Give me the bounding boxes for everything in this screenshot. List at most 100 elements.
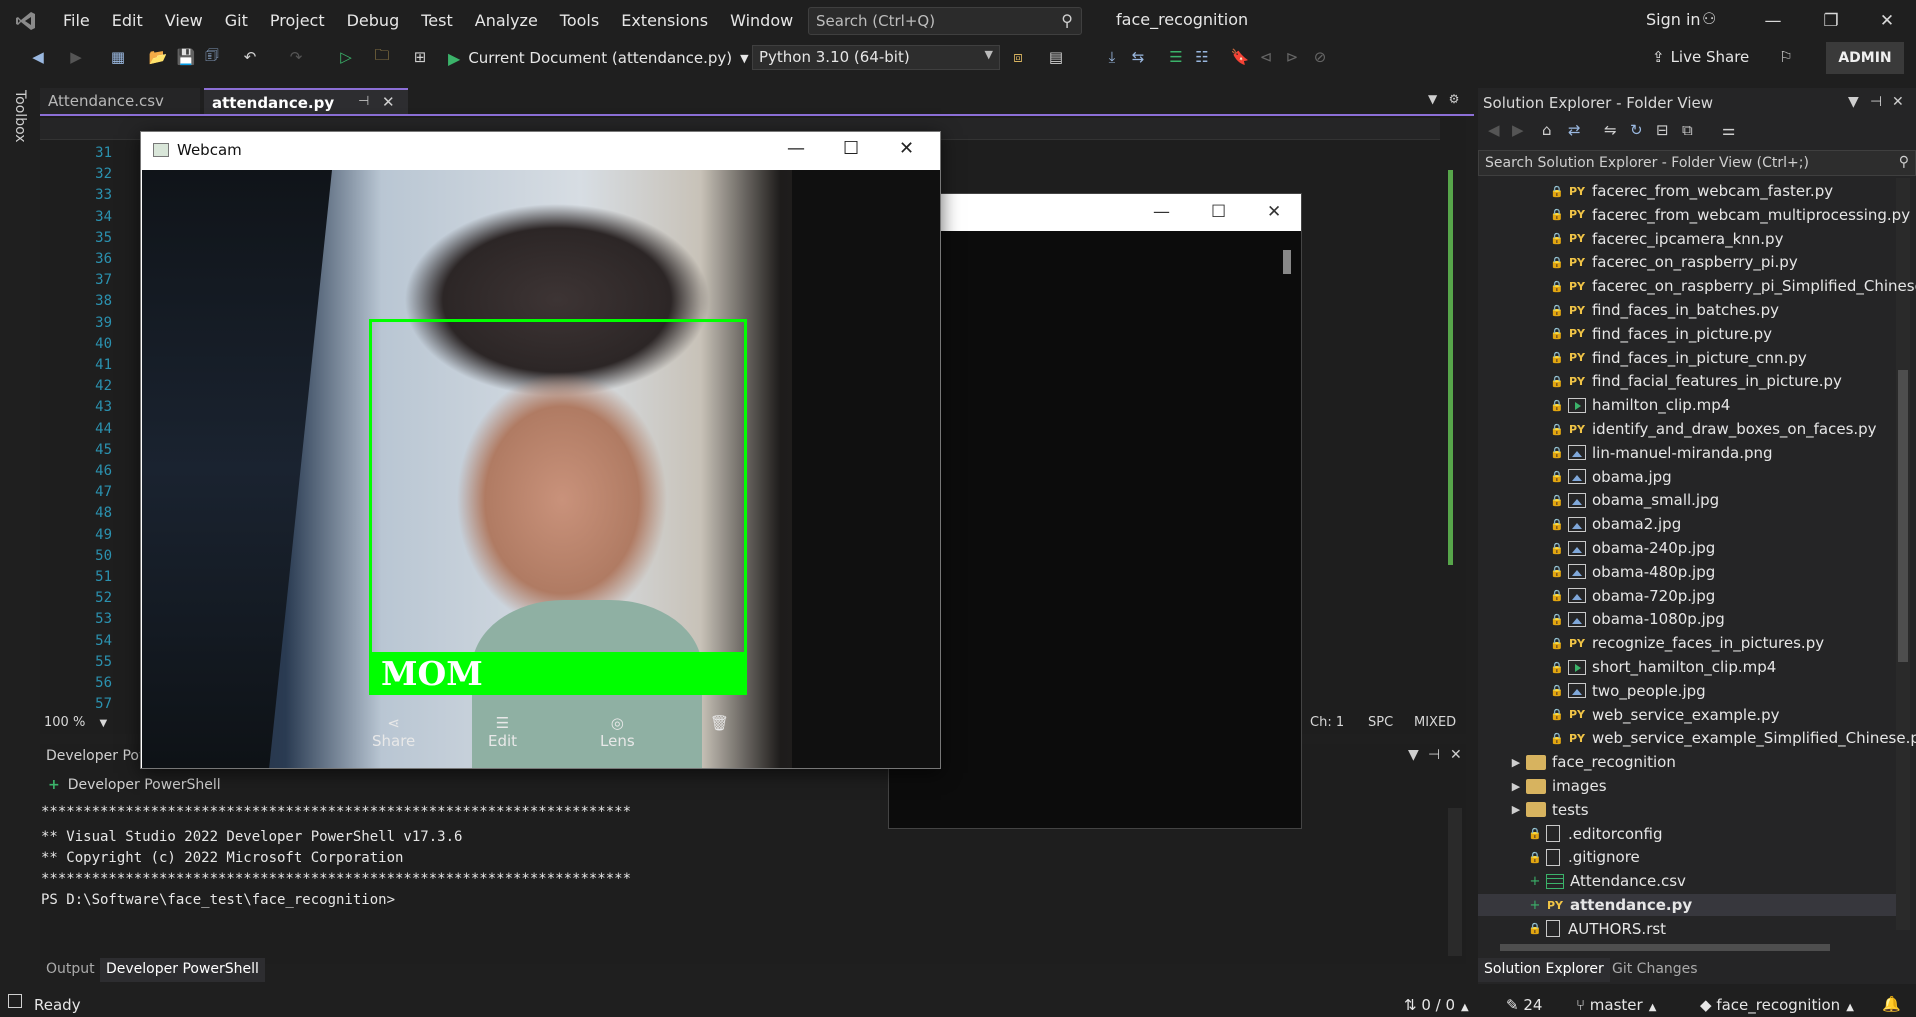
start-without-debugging-icon[interactable]: ▷ <box>336 47 356 67</box>
maximize-icon[interactable]: ☐ <box>843 138 859 159</box>
account-add-icon[interactable]: ⚇ <box>1702 9 1716 28</box>
collapse-all-icon[interactable]: ⊟ <box>1656 121 1669 139</box>
tree-item-file[interactable]: + PY attendance.py <box>1478 894 1896 916</box>
panel-menu-icon[interactable]: ▼ <box>1848 94 1859 110</box>
clear-bookmarks-icon[interactable]: ⊘ <box>1310 47 1330 67</box>
admin-badge[interactable]: ADMIN <box>1826 42 1904 74</box>
python-environment-select[interactable]: Python 3.10 (64-bit) ▼ <box>752 45 1000 70</box>
tree-item-folder[interactable]: ▶ tests <box>1508 799 1589 821</box>
tree-item-folder[interactable]: ▶ face_recognition <box>1508 751 1676 773</box>
tree-item-file[interactable]: 🔒 PY facerec_on_raspberry_pi.py <box>1550 251 1798 273</box>
menu-extensions[interactable]: Extensions <box>610 0 719 42</box>
tree-item-file[interactable]: 🔒 PY find_faces_in_picture.py <box>1550 323 1772 345</box>
toolbox-tab[interactable]: Toolbox <box>12 90 28 143</box>
live-share-button[interactable]: ⇪ Live Share <box>1652 48 1749 66</box>
tab-output[interactable]: Output <box>40 958 101 982</box>
run-target-button[interactable]: ▶ Current Document (attendance.py) ▼ <box>448 46 749 70</box>
tab-attendance-py[interactable]: attendance.py ⊣ ✕ <box>204 88 408 114</box>
tree-item-file[interactable]: 🔒 lin-manuel-miranda.png <box>1550 442 1772 464</box>
output-window-icon[interactable] <box>8 994 22 1008</box>
home-icon[interactable]: ⌂ <box>1542 121 1552 139</box>
tree-item-file[interactable]: 🔒 obama-480p.jpg <box>1550 561 1715 583</box>
tree-item-file[interactable]: 🔒 obama2.jpg <box>1550 513 1681 535</box>
source-control-changes[interactable]: ⇅ 0 / 0 ▲ <box>1404 996 1469 1014</box>
menu-file[interactable]: File <box>52 0 101 42</box>
show-all-files-icon[interactable]: ⧉ <box>1682 121 1693 139</box>
feedback-icon[interactable]: ⚐ <box>1776 47 1796 67</box>
panel-scrollbar[interactable] <box>1448 808 1462 956</box>
menu-debug[interactable]: Debug <box>336 0 411 42</box>
open-file-icon[interactable]: 📂 <box>148 47 168 67</box>
new-terminal-button[interactable]: + Developer PowerShell <box>48 777 221 793</box>
console-titlebar[interactable]: — ☐ ✕ <box>889 194 1301 231</box>
repository-selector[interactable]: ◆ face_recognition ▲ <box>1700 996 1854 1014</box>
tree-item-file[interactable]: 🔒 AUTHORS.rst <box>1528 918 1666 940</box>
prev-bookmark-icon[interactable]: ⊲ <box>1256 47 1276 67</box>
console-scrollbar-thumb[interactable] <box>1283 250 1291 274</box>
properties-icon[interactable]: ⚌ <box>1722 121 1735 139</box>
pending-changes[interactable]: ✎ 24 <box>1506 996 1542 1014</box>
tree-item-file[interactable]: 🔒 PY web_service_example.py <box>1550 704 1779 726</box>
zoom-level[interactable]: 100 % ▼ <box>44 715 107 730</box>
menu-tools[interactable]: Tools <box>549 0 610 42</box>
sign-in-link[interactable]: Sign in <box>1646 10 1701 29</box>
tree-item-file[interactable]: 🔒 PY find_faces_in_picture_cnn.py <box>1550 347 1807 369</box>
tree-item-file[interactable]: 🔒 obama.jpg <box>1550 466 1672 488</box>
maximize-icon[interactable]: ☐ <box>1211 202 1226 222</box>
close-panel-icon[interactable]: ✕ <box>1450 747 1462 763</box>
redo-icon[interactable]: ↷ <box>286 47 306 67</box>
pin-icon[interactable]: ⊣ <box>1428 747 1440 763</box>
restore-icon[interactable]: ❐ <box>1802 0 1860 42</box>
webcam-titlebar[interactable]: Webcam — ☐ ✕ <box>141 132 940 170</box>
close-icon[interactable]: ✕ <box>1858 0 1916 42</box>
column-indicator[interactable]: Ch: 1 <box>1310 715 1344 730</box>
pending-changes-filter-icon[interactable]: ⇋ <box>1604 121 1617 139</box>
package-icon[interactable]: ⧈ <box>1008 47 1028 67</box>
pin-icon[interactable]: ⊣ <box>358 94 369 109</box>
tree-item-folder[interactable]: ▶ images <box>1508 775 1607 797</box>
comment-icon[interactable]: ☰ <box>1166 47 1186 67</box>
close-icon[interactable]: ✕ <box>1267 202 1281 222</box>
minimize-icon[interactable]: — <box>1744 0 1802 42</box>
back-icon[interactable]: ◀ <box>28 47 48 67</box>
close-icon[interactable]: ✕ <box>899 138 914 159</box>
close-tab-icon[interactable]: ✕ <box>382 93 395 111</box>
menu-git[interactable]: Git <box>214 0 259 42</box>
whitespace-indicator[interactable]: SPC <box>1368 715 1393 730</box>
tree-item-file[interactable]: 🔒 PY find_facial_features_in_picture.py <box>1550 370 1842 392</box>
forward-icon[interactable]: ▶ <box>66 47 86 67</box>
tree-item-file[interactable]: 🔒 PY facerec_ipcamera_knn.py <box>1550 228 1783 250</box>
tree-item-file[interactable]: 🔒 obama-240p.jpg <box>1550 537 1715 559</box>
close-panel-icon[interactable]: ✕ <box>1892 94 1904 110</box>
switch-views-icon[interactable]: ⇄ <box>1568 121 1581 139</box>
branch-selector[interactable]: ⑂ master ▲ <box>1576 996 1656 1014</box>
tree-item-file[interactable]: 🔒 PY facerec_from_webcam_faster.py <box>1550 180 1833 202</box>
tab-solution-explorer[interactable]: Solution Explorer <box>1478 958 1610 982</box>
minimize-icon[interactable]: — <box>787 138 805 159</box>
pin-icon[interactable]: ⊣ <box>1870 94 1882 110</box>
minimize-icon[interactable]: — <box>1153 202 1170 222</box>
menu-analyze[interactable]: Analyze <box>464 0 549 42</box>
tree-item-file[interactable]: 🔒 PY facerec_on_raspberry_pi_Simplified_Ch… <box>1550 275 1916 297</box>
tree-item-file[interactable]: 🔒 PY find_faces_in_batches.py <box>1550 299 1779 321</box>
tab-git-changes[interactable]: Git Changes <box>1606 958 1704 982</box>
save-all-icon[interactable]: 🗊 <box>202 46 222 67</box>
terminal-prompt[interactable]: PS D:\Software\face_test\face_recognitio… <box>41 892 841 908</box>
menu-test[interactable]: Test <box>410 0 464 42</box>
solution-scrollbar-thumb[interactable] <box>1898 370 1908 662</box>
refresh-icon[interactable]: ↻ <box>1630 121 1643 139</box>
layout-icon[interactable]: ▤ <box>1046 47 1066 67</box>
tree-item-file[interactable]: + Attendance.csv <box>1528 870 1686 892</box>
tree-item-file[interactable]: 🔒 PY web_service_example_Simplified_Chines… <box>1550 727 1916 749</box>
tree-item-file[interactable]: 🔒 two_people.jpg <box>1550 680 1706 702</box>
search-input[interactable]: Search (Ctrl+Q) ⚲ <box>808 7 1082 35</box>
solution-horizontal-thumb[interactable] <box>1500 944 1830 951</box>
forward-icon[interactable]: ▶ <box>1512 121 1524 139</box>
menu-project[interactable]: Project <box>259 0 336 42</box>
menu-edit[interactable]: Edit <box>101 0 154 42</box>
line-ending-indicator[interactable]: MIXED <box>1414 715 1456 730</box>
device-icon[interactable]: ⊞ <box>410 47 430 67</box>
tree-item-file[interactable]: 🔒 obama_small.jpg <box>1550 489 1719 511</box>
tree-item-file[interactable]: 🔒 obama-1080p.jpg <box>1550 608 1725 630</box>
solution-search-input[interactable]: Search Solution Explorer - Folder View (… <box>1478 150 1916 176</box>
